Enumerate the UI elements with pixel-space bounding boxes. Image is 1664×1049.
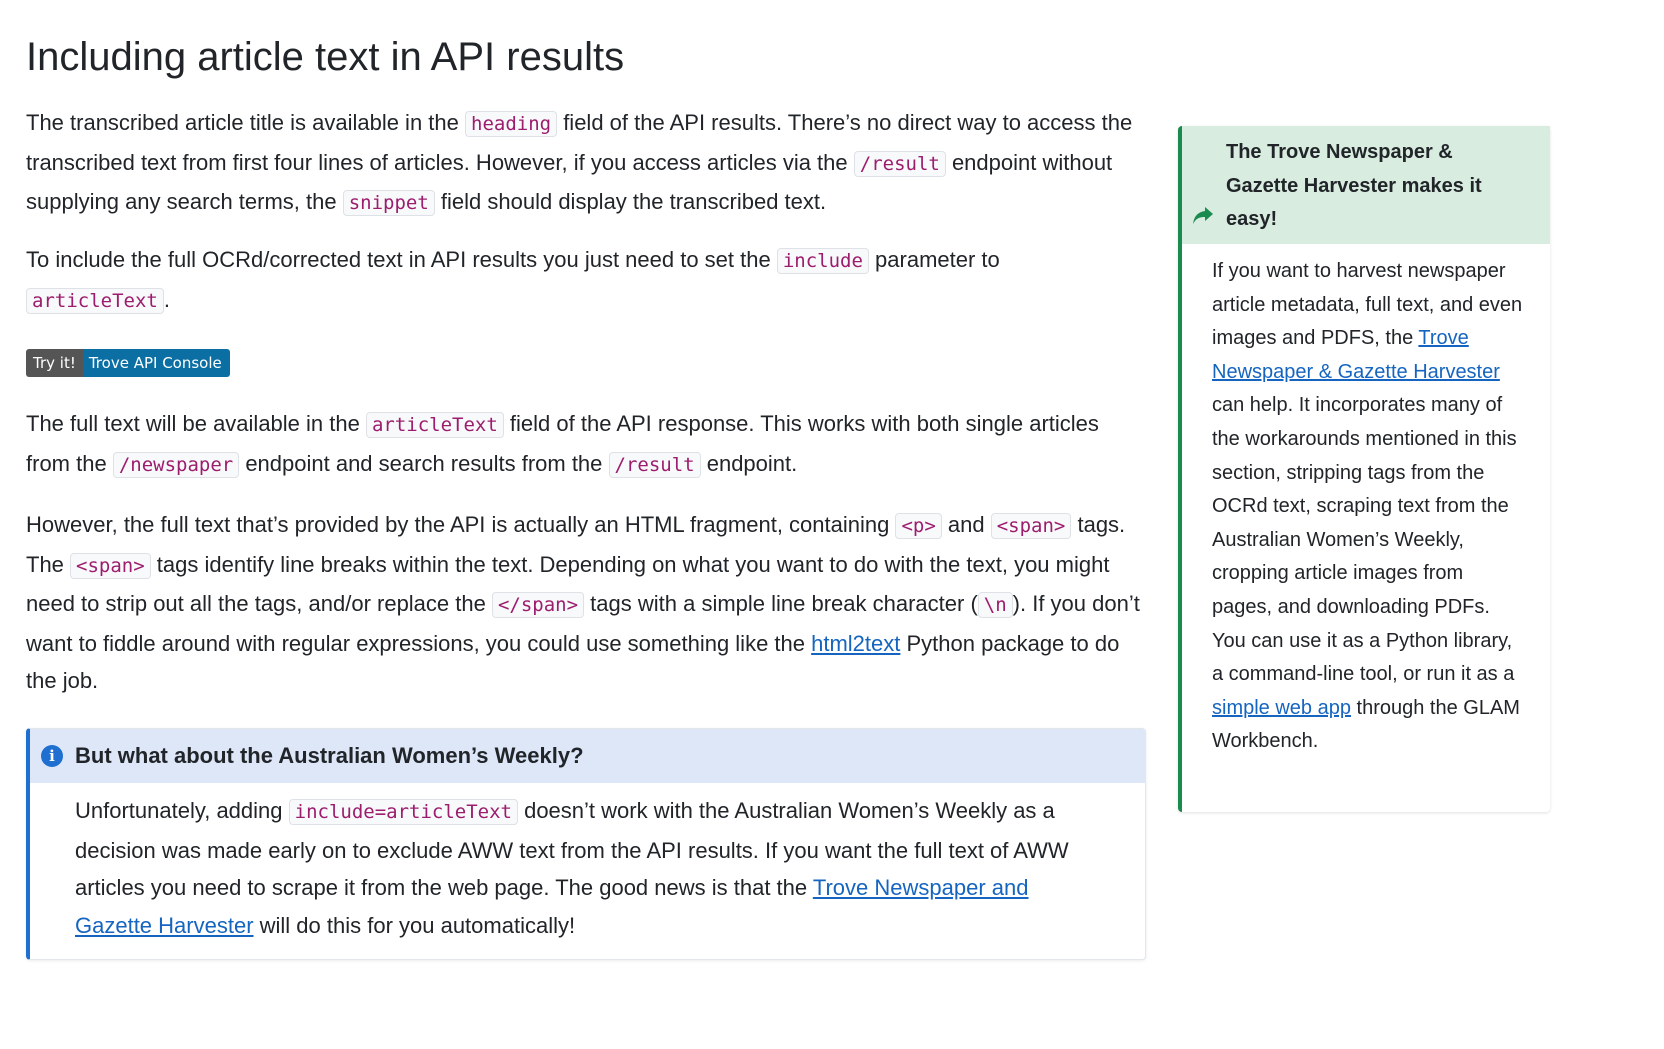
code-heading: heading [465,111,558,137]
code-result-endpoint: /result [853,150,946,177]
aww-callout: i But what about the Australian Women’s … [26,728,1146,960]
code-include: include [776,248,869,274]
badge-try-it: Try it! [26,349,83,377]
code-p-tag: <p> [895,513,942,539]
callout-header: i But what about the Australian Women’s … [30,729,1145,783]
paragraph-include-param: To include the full OCRd/corrected text … [26,247,1000,314]
try-it-badge-link[interactable]: Try it! Trove API Console [26,349,230,377]
code-newspaper-endpoint: /newspaper [112,451,240,478]
code-include-articletext: include=articleText [288,799,518,825]
paragraph-full-text: The full text will be available in the a… [26,411,1099,478]
aside-body: If you want to harvest newspaper article… [1212,260,1523,753]
code-newline: \n [977,592,1013,618]
aside-header: The Trove Newspaper & Gazette Harvester … [1182,126,1550,244]
simple-web-app-link[interactable]: simple web app [1212,697,1351,719]
share-arrow-icon [1193,207,1213,224]
callout-body: Unfortunately, adding include=articleTex… [75,798,1069,938]
paragraph-html-fragment: However, the full text that’s provided b… [26,512,1140,693]
aside-title: The Trove Newspaper & Gazette Harvester … [1226,141,1482,230]
code-articletext-field: articleText [365,412,504,438]
code-span-tag: <span> [990,513,1072,539]
badge-api-console: Trove API Console [82,349,230,377]
callout-title: But what about the Australian Women’s We… [75,743,584,768]
page-title: Including article text in API results [26,35,625,79]
code-articletext: articleText [26,287,164,314]
harvester-aside: The Trove Newspaper & Gazette Harvester … [1178,126,1550,812]
code-result-endpoint-2: /result [608,451,701,478]
code-snippet: snippet [342,190,435,216]
code-span-tag-2: <span> [70,552,151,579]
info-icon: i [41,745,63,767]
paragraph-heading-field: The transcribed article title is availab… [26,110,1133,216]
code-span-close-tag: </span> [491,592,585,618]
html2text-link[interactable]: html2text [811,631,900,656]
